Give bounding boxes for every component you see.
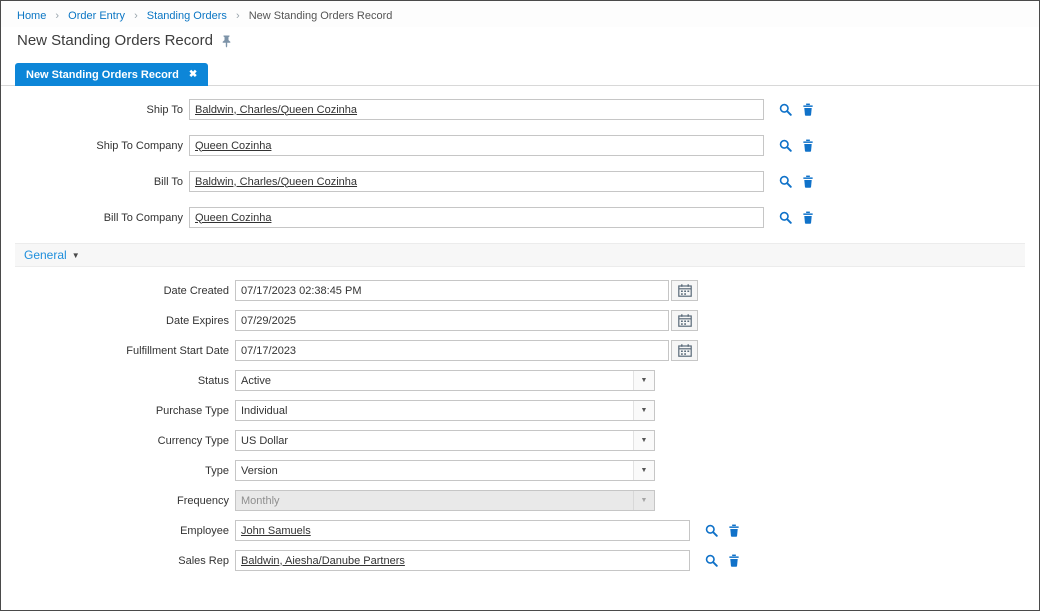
search-icon[interactable]: [779, 103, 792, 116]
search-icon[interactable]: [779, 139, 792, 152]
calendar-icon[interactable]: [671, 280, 698, 301]
type-row: Type Version ▼: [1, 460, 1039, 481]
type-dropdown[interactable]: Version ▼: [235, 460, 655, 481]
field-label: Bill To Company: [1, 212, 189, 224]
purchase-type-row: Purchase Type Individual ▼: [1, 400, 1039, 421]
breadcrumb-separator: ›: [134, 10, 138, 22]
bill-to-company-row: Bill To Company Queen Cozinha: [1, 207, 1039, 228]
calendar-icon[interactable]: [671, 340, 698, 361]
tab-new-standing-orders-record[interactable]: New Standing Orders Record ✖: [15, 63, 208, 86]
ship-to-company-input[interactable]: Queen Cozinha: [189, 135, 764, 156]
search-icon[interactable]: [705, 524, 718, 537]
breadcrumb-link-standing-orders[interactable]: Standing Orders: [147, 10, 227, 22]
field-label: Ship To Company: [1, 140, 189, 152]
type-value: Version: [236, 465, 633, 477]
chevron-down-icon[interactable]: ▼: [633, 401, 654, 420]
section-title: General: [24, 248, 67, 262]
field-label: Date Expires: [1, 315, 235, 327]
date-expires-row: Date Expires 07/29/2025: [1, 310, 1039, 331]
field-label: Bill To: [1, 176, 189, 188]
breadcrumb-link-order-entry[interactable]: Order Entry: [68, 10, 125, 22]
ship-to-row: Ship To Baldwin, Charles/Queen Cozinha: [1, 99, 1039, 120]
bill-to-company-input[interactable]: Queen Cozinha: [189, 207, 764, 228]
tab-label: New Standing Orders Record: [26, 69, 179, 81]
frequency-row: Frequency Monthly ▼: [1, 490, 1039, 511]
employee-row: Employee John Samuels: [1, 520, 1039, 541]
chevron-down-icon: ▼: [633, 491, 654, 510]
page-title: New Standing Orders Record: [17, 32, 213, 49]
calendar-icon[interactable]: [671, 310, 698, 331]
section-header-general[interactable]: General ▼: [15, 243, 1025, 267]
trash-icon[interactable]: [728, 524, 740, 537]
standing-orders-form-window: Home › Order Entry › Standing Orders › N…: [0, 0, 1040, 611]
close-icon[interactable]: ✖: [189, 70, 197, 80]
tab-strip: New Standing Orders Record ✖: [1, 63, 1039, 86]
search-icon[interactable]: [779, 175, 792, 188]
bill-to-input[interactable]: Baldwin, Charles/Queen Cozinha: [189, 171, 764, 192]
search-icon[interactable]: [705, 554, 718, 567]
employee-value[interactable]: John Samuels: [241, 525, 311, 537]
fulfillment-start-date-row: Fulfillment Start Date 07/17/2023: [1, 340, 1039, 361]
currency-type-dropdown[interactable]: US Dollar ▼: [235, 430, 655, 451]
pin-icon[interactable]: [222, 35, 231, 48]
search-icon[interactable]: [779, 211, 792, 224]
form-area: Ship To Baldwin, Charles/Queen Cozinha S…: [1, 86, 1039, 571]
ship-to-company-value[interactable]: Queen Cozinha: [195, 140, 271, 152]
field-label: Sales Rep: [1, 555, 235, 567]
chevron-down-icon[interactable]: ▼: [633, 371, 654, 390]
chevron-down-icon[interactable]: ▼: [633, 461, 654, 480]
bill-to-value[interactable]: Baldwin, Charles/Queen Cozinha: [195, 176, 357, 188]
purchase-type-value: Individual: [236, 405, 633, 417]
currency-type-row: Currency Type US Dollar ▼: [1, 430, 1039, 451]
field-label: Frequency: [1, 495, 235, 507]
ship-to-company-row: Ship To Company Queen Cozinha: [1, 135, 1039, 156]
date-expires-value: 07/29/2025: [241, 315, 296, 327]
employee-input[interactable]: John Samuels: [235, 520, 690, 541]
field-label: Employee: [1, 525, 235, 537]
breadcrumb: Home › Order Entry › Standing Orders › N…: [1, 1, 1039, 27]
sales-rep-input[interactable]: Baldwin, Aiesha/Danube Partners: [235, 550, 690, 571]
field-label: Fulfillment Start Date: [1, 345, 235, 357]
date-created-input[interactable]: 07/17/2023 02:38:45 PM: [235, 280, 669, 301]
fulfillment-start-date-input[interactable]: 07/17/2023: [235, 340, 669, 361]
frequency-dropdown: Monthly ▼: [235, 490, 655, 511]
trash-icon[interactable]: [802, 139, 814, 152]
breadcrumb-link-home[interactable]: Home: [17, 10, 46, 22]
purchase-type-dropdown[interactable]: Individual ▼: [235, 400, 655, 421]
sales-rep-row: Sales Rep Baldwin, Aiesha/Danube Partner…: [1, 550, 1039, 571]
date-created-row: Date Created 07/17/2023 02:38:45 PM: [1, 280, 1039, 301]
date-expires-input[interactable]: 07/29/2025: [235, 310, 669, 331]
field-label: Ship To: [1, 104, 189, 116]
trash-icon[interactable]: [728, 554, 740, 567]
trash-icon[interactable]: [802, 175, 814, 188]
chevron-down-icon[interactable]: ▼: [633, 431, 654, 450]
ship-to-input[interactable]: Baldwin, Charles/Queen Cozinha: [189, 99, 764, 120]
field-label: Status: [1, 375, 235, 387]
breadcrumb-current: New Standing Orders Record: [249, 10, 393, 22]
fulfillment-start-date-value: 07/17/2023: [241, 345, 296, 357]
chevron-down-icon: ▼: [72, 251, 80, 260]
trash-icon[interactable]: [802, 211, 814, 224]
breadcrumb-separator: ›: [55, 10, 59, 22]
status-dropdown[interactable]: Active ▼: [235, 370, 655, 391]
frequency-value: Monthly: [236, 495, 633, 507]
field-label: Date Created: [1, 285, 235, 297]
title-row: New Standing Orders Record: [1, 27, 1039, 57]
date-created-value: 07/17/2023 02:38:45 PM: [241, 285, 361, 297]
bill-to-company-value[interactable]: Queen Cozinha: [195, 212, 271, 224]
breadcrumb-separator: ›: [236, 10, 240, 22]
bill-to-row: Bill To Baldwin, Charles/Queen Cozinha: [1, 171, 1039, 192]
sales-rep-value[interactable]: Baldwin, Aiesha/Danube Partners: [241, 555, 405, 567]
ship-to-value[interactable]: Baldwin, Charles/Queen Cozinha: [195, 104, 357, 116]
status-row: Status Active ▼: [1, 370, 1039, 391]
status-value: Active: [236, 375, 633, 387]
currency-type-value: US Dollar: [236, 435, 633, 447]
field-label: Currency Type: [1, 435, 235, 447]
trash-icon[interactable]: [802, 103, 814, 116]
field-label: Purchase Type: [1, 405, 235, 417]
field-label: Type: [1, 465, 235, 477]
